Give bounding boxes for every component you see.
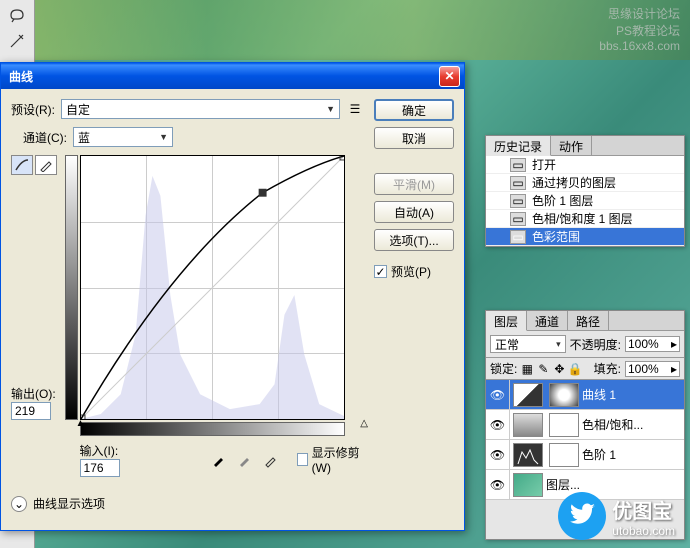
layer-name: 曲线 1 — [582, 386, 616, 403]
levels-adjustment-thumb — [513, 443, 543, 467]
input-gradient — [80, 422, 345, 436]
show-clipping-label: 显示修剪(W) — [312, 444, 364, 475]
history-item[interactable]: ▭色阶 1 图层 — [486, 192, 684, 210]
gray-eyedropper-icon[interactable] — [235, 450, 255, 470]
opacity-input[interactable]: 100%▸ — [625, 336, 680, 352]
auto-button[interactable]: 自动(A) — [374, 201, 454, 223]
lock-move-icon[interactable]: ✥ — [553, 363, 565, 375]
history-item[interactable]: ▭色相/饱和度 1 图层 — [486, 210, 684, 228]
input-label: 输入(I): — [80, 444, 119, 458]
preset-label: 预设(R): — [11, 101, 55, 118]
layer-mask-thumb — [549, 443, 579, 467]
curve-point-tool[interactable] — [11, 155, 33, 175]
history-item[interactable]: ▭色彩范围 — [486, 228, 684, 246]
opacity-label: 不透明度: — [570, 336, 621, 353]
smooth-button: 平滑(M) — [374, 173, 454, 195]
history-item[interactable]: ▭通过拷贝的图层 — [486, 174, 684, 192]
watermark-top: 思缘设计论坛 PS教程论坛 bbs.16xx8.com — [599, 5, 680, 53]
output-input[interactable]: 219 — [11, 402, 51, 420]
curve-options-label: 曲线显示选项 — [33, 495, 105, 512]
blend-mode-select[interactable]: 正常▾ — [490, 335, 566, 353]
visibility-eye-icon[interactable]: 👁 — [486, 410, 510, 439]
visibility-eye-icon[interactable]: 👁 — [486, 440, 510, 469]
logo-url: utobao.com — [612, 524, 675, 538]
output-gradient — [65, 155, 78, 420]
lock-label: 锁定: — [490, 360, 517, 377]
white-point-slider[interactable]: △ — [360, 418, 368, 429]
output-label: 输出(O): — [11, 385, 63, 402]
visibility-eye-icon[interactable]: 👁 — [486, 470, 510, 499]
black-eyedropper-icon[interactable] — [209, 450, 229, 470]
preview-label: 预览(P) — [391, 263, 431, 280]
channel-value: 蓝 — [78, 129, 90, 146]
chevron-down-icon: ▾ — [556, 339, 561, 350]
tab-layers[interactable]: 图层 — [486, 311, 527, 331]
curve-grid[interactable] — [80, 155, 345, 420]
layer-copy-icon: ▭ — [510, 176, 526, 190]
close-button[interactable]: ✕ — [439, 66, 460, 87]
expand-options-chevron[interactable]: ⌄ — [11, 496, 27, 512]
curves-dialog: 曲线 ✕ 预设(R): 自定 ▼ ☰ 通道(C): 蓝 ▼ — [0, 62, 465, 531]
preset-select[interactable]: 自定 ▼ — [61, 99, 340, 119]
chevron-down-icon: ▼ — [326, 104, 335, 114]
lasso-tool-icon[interactable] — [2, 2, 32, 27]
logo-name: 优图宝 — [612, 495, 675, 524]
watermark-logo: 优图宝 utobao.com — [558, 492, 675, 540]
curve-line — [81, 156, 344, 419]
preview-checkbox[interactable]: ✓ — [374, 265, 387, 278]
hue-adjustment-thumb — [513, 413, 543, 437]
black-point-slider[interactable]: ▲ — [76, 418, 86, 429]
layer-mask-thumb — [549, 383, 579, 407]
open-icon: ▭ — [510, 158, 526, 172]
visibility-eye-icon[interactable]: 👁 — [486, 380, 510, 409]
layer-row[interactable]: 👁 色阶 1 — [486, 440, 684, 470]
ok-button[interactable]: 确定 — [374, 99, 454, 121]
input-input[interactable]: 176 — [80, 459, 120, 477]
watermark-line3: bbs.16xx8.com — [599, 39, 680, 53]
dialog-title: 曲线 — [5, 68, 439, 85]
history-item[interactable]: ▭打开 — [486, 156, 684, 174]
fill-label: 填充: — [594, 360, 621, 377]
levels-icon: ▭ — [510, 194, 526, 208]
curves-adjustment-thumb — [513, 383, 543, 407]
tab-actions[interactable]: 动作 — [551, 136, 592, 155]
lock-all-icon[interactable]: 🔒 — [569, 363, 581, 375]
layer-name: 图层... — [546, 476, 580, 493]
dialog-titlebar[interactable]: 曲线 ✕ — [1, 63, 464, 89]
layer-name: 色阶 1 — [582, 446, 616, 463]
curve-pencil-tool[interactable] — [35, 155, 57, 175]
tab-paths[interactable]: 路径 — [568, 311, 609, 330]
white-eyedropper-icon[interactable] — [261, 450, 281, 470]
show-clipping-checkbox[interactable] — [297, 453, 308, 466]
cancel-button[interactable]: 取消 — [374, 127, 454, 149]
chevron-icon: ▸ — [671, 362, 677, 376]
watermark-line1: 思缘设计论坛 — [599, 5, 680, 22]
preset-value: 自定 — [66, 101, 90, 118]
layer-row[interactable]: 👁 色相/饱和... — [486, 410, 684, 440]
lock-paint-icon[interactable]: ✎ — [537, 363, 549, 375]
options-button[interactable]: 选项(T)... — [374, 229, 454, 251]
wand-tool-icon[interactable] — [2, 29, 32, 54]
lock-transparent-icon[interactable]: ▦ — [521, 363, 533, 375]
tab-history[interactable]: 历史记录 — [486, 136, 551, 156]
channel-label: 通道(C): — [23, 129, 67, 146]
tab-channels[interactable]: 通道 — [527, 311, 568, 330]
hue-sat-icon: ▭ — [510, 212, 526, 226]
color-range-icon: ▭ — [510, 230, 526, 244]
layer-mask-thumb — [549, 413, 579, 437]
history-panel: 历史记录 动作 ▭打开 ▭通过拷贝的图层 ▭色阶 1 图层 ▭色相/饱和度 1 … — [485, 135, 685, 247]
layer-row[interactable]: 👁 曲线 1 — [486, 380, 684, 410]
channel-select[interactable]: 蓝 ▼ — [73, 127, 173, 147]
fill-input[interactable]: 100%▸ — [625, 361, 680, 377]
image-layer-thumb — [513, 473, 543, 497]
chevron-icon: ▸ — [671, 337, 677, 351]
chevron-down-icon: ▼ — [159, 132, 168, 142]
watermark-line2: PS教程论坛 — [599, 22, 680, 39]
bird-logo-icon — [558, 492, 606, 540]
preset-menu-icon[interactable]: ☰ — [346, 102, 364, 116]
layer-name: 色相/饱和... — [582, 416, 643, 433]
